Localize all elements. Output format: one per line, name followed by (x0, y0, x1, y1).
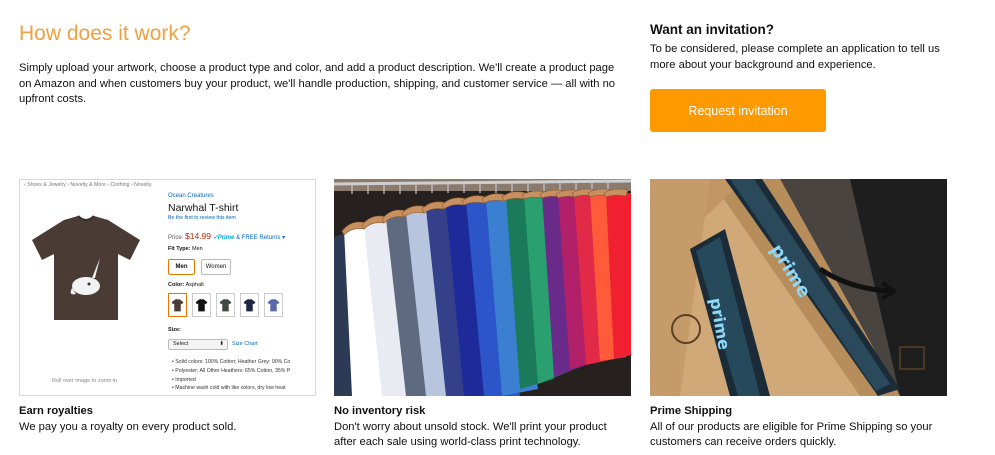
intro-text: Simply upload your artwork, choose a pro… (19, 62, 616, 105)
shirts-rack-image (334, 179, 631, 396)
invitation-text: To be considered, please complete an app… (650, 43, 940, 71)
free-returns-link: & FREE Returns (236, 235, 281, 241)
size-select-value: Select (173, 341, 189, 347)
chevron-down-icon: ▾ (282, 235, 286, 241)
fit-type: Fit Type: Men (168, 246, 203, 252)
brand-link: Ocean Creatures (168, 193, 214, 199)
product-page-image: ‹ Shoes & Jewelry › Novelty & More › Clo… (19, 179, 316, 396)
list-item: Imported (172, 376, 315, 385)
request-invitation-button[interactable]: Request invitation (650, 89, 826, 132)
fit-type-value: Men (192, 246, 203, 252)
list-item: Machine wash cold with like colors, dry … (172, 384, 315, 393)
page-title: How does it work? (19, 22, 191, 45)
card-text-prime: All of our products are eligible for Pri… (650, 421, 933, 448)
color-swatch (264, 293, 283, 317)
chevron-down-icon: ⬍ (219, 341, 224, 347)
color-swatch (216, 293, 235, 317)
card-text-inventory: Don't worry about unsold stock. We'll pr… (334, 421, 607, 448)
color-swatch (240, 293, 259, 317)
color-line: Color: Asphalt (168, 282, 204, 288)
card-title-prime: Prime Shipping (650, 405, 733, 417)
card-text-royalties: We pay you a royalty on every product so… (19, 421, 237, 433)
color-swatch (192, 293, 211, 317)
review-link: Be the first to review this item (168, 215, 236, 221)
zoom-hint: Roll over image to zoom in (52, 378, 118, 384)
price-label: Price: (168, 235, 184, 241)
fit-option-women: Women (201, 259, 231, 275)
list-item: Polyester; All Other Heathers: 65% Cotto… (172, 367, 315, 376)
breadcrumb: ‹ Shoes & Jewelry › Novelty & More › Clo… (24, 182, 152, 188)
price-line: Price: $14.99 ✓Prime & FREE Returns ▾ (168, 231, 285, 241)
fit-option-men: Men (168, 259, 195, 275)
feature-bullets: Solid colors: 100% Cotton; Heather Grey:… (172, 358, 315, 393)
color-label: Color: (168, 282, 185, 288)
color-value: Asphalt (185, 282, 204, 288)
card-title-royalties: Earn royalties (19, 405, 93, 417)
list-item: Solid colors: 100% Cotton; Heather Grey:… (172, 358, 315, 367)
price-value: $14.99 (185, 231, 212, 241)
prime-box-image: prime prime (650, 179, 947, 396)
size-select: Select ⬍ (168, 339, 228, 350)
tshirt-image (32, 215, 140, 320)
prime-badge: ✓Prime (212, 235, 235, 241)
fit-type-label: Fit Type: (168, 246, 191, 252)
size-chart-link: Size Chart (232, 341, 258, 347)
color-swatch (168, 293, 187, 317)
shirts-photo (334, 179, 631, 396)
invitation-title: Want an invitation? (650, 22, 774, 37)
prime-box-photo: prime prime (650, 179, 947, 396)
card-title-inventory: No inventory risk (334, 405, 426, 417)
size-label: Size: (168, 327, 181, 333)
product-name: Narwhal T-shirt (168, 202, 239, 214)
